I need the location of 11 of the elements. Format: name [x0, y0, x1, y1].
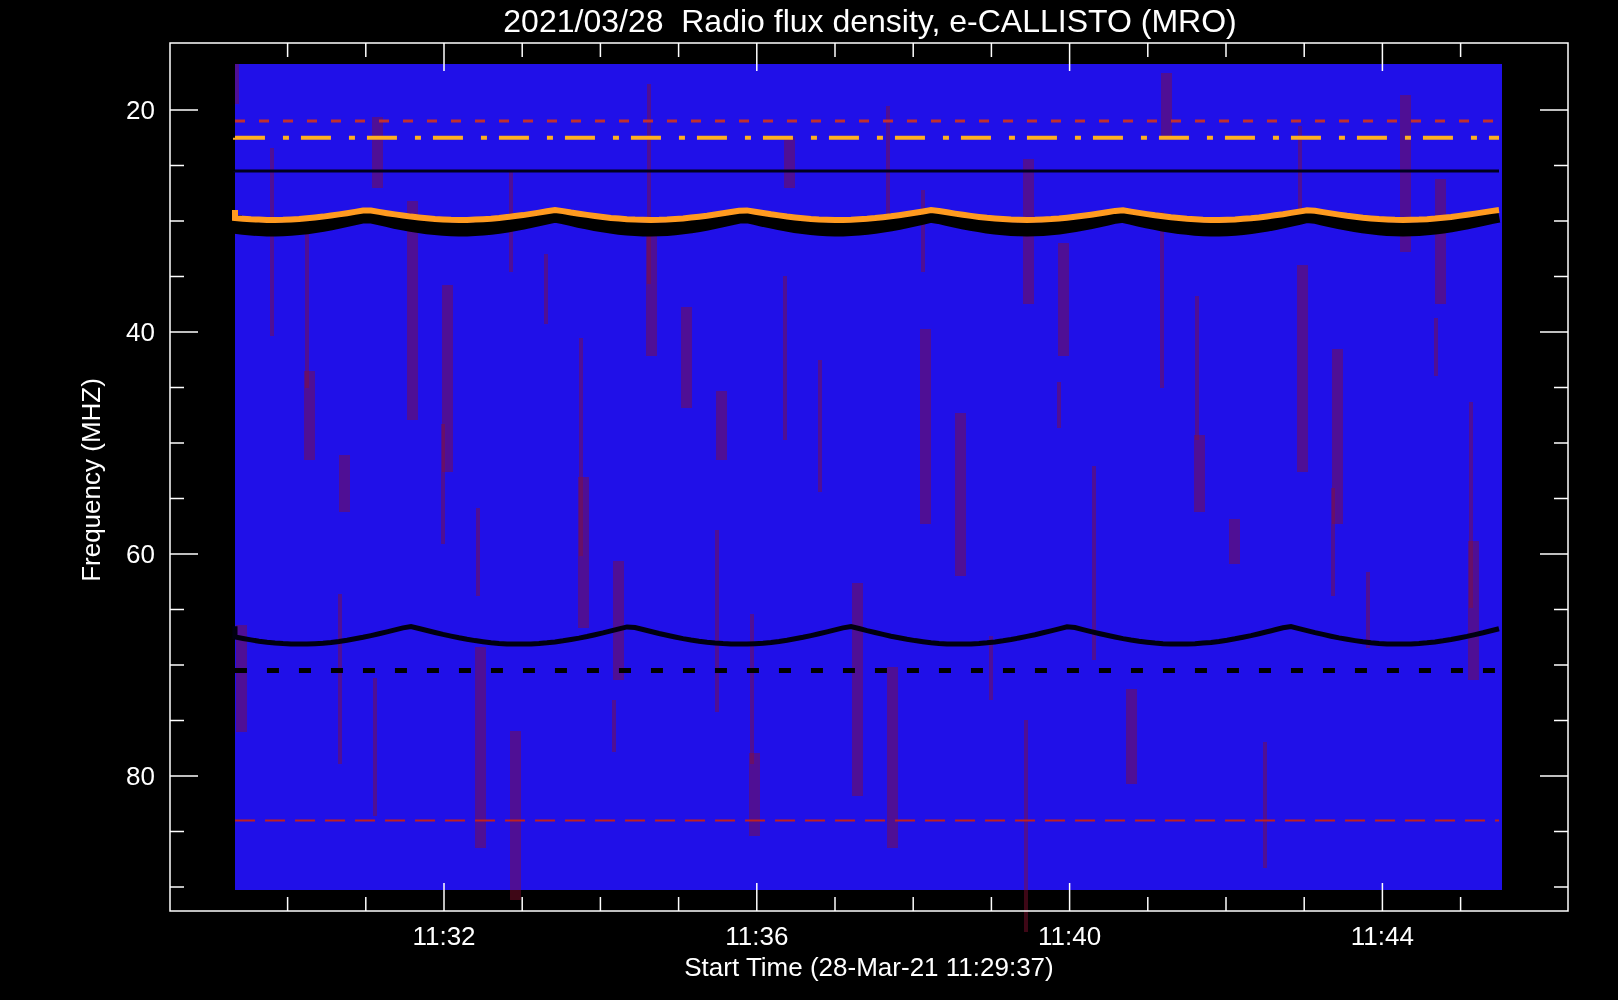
- chart-title: 2021/03/28 Radio flux density, e-CALLISTO (MRO): [503, 3, 1237, 39]
- x-tick-label: 11:44: [1350, 921, 1414, 951]
- x-tick-label: 11:40: [1038, 921, 1102, 951]
- x-tick-label: 11:36: [725, 921, 789, 951]
- x-tick-label: 11:32: [412, 921, 476, 951]
- y-tick-label: 80: [126, 761, 155, 791]
- y-tick-label: 20: [126, 95, 155, 125]
- x-axis-label: Start Time (28-Mar-21 11:29:37): [684, 952, 1054, 982]
- y-tick-label: 40: [126, 317, 155, 347]
- y-tick-label: 60: [126, 539, 155, 569]
- y-axis-label: Frequency (MHZ): [76, 378, 106, 582]
